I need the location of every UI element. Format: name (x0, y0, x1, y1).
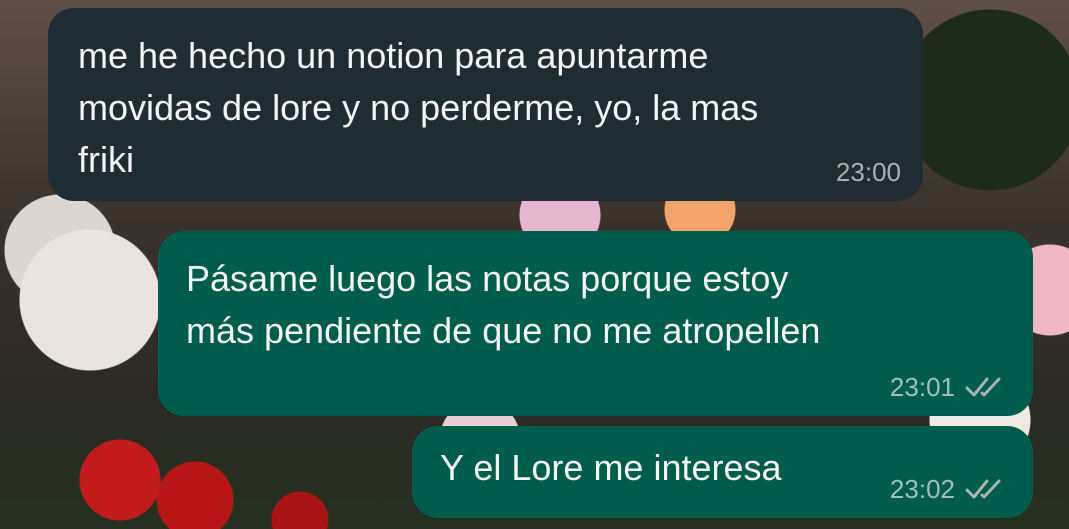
message-time: 23:00 (835, 157, 901, 187)
double-check-icon (965, 377, 1001, 397)
message-meta: 23:00 (836, 157, 901, 187)
message-meta: 23:02 (890, 474, 1007, 504)
message-bubble-outgoing[interactable]: Pásame luego las notas porque estoy más … (158, 231, 1033, 416)
message-bubble-outgoing[interactable]: Y el Lore me interesa 23:02 (412, 426, 1033, 518)
double-check-icon (965, 479, 1001, 499)
message-meta: 23:01 (890, 372, 1007, 402)
message-text: Pásame luego las notas porque estoy más … (186, 258, 821, 351)
message-time: 23:01 (889, 372, 955, 402)
message-bubble-incoming[interactable]: me he hecho un notion para apuntarme mov… (48, 8, 923, 201)
message-text: me he hecho un notion para apuntarme mov… (78, 35, 759, 180)
message-time: 23:02 (889, 474, 955, 504)
